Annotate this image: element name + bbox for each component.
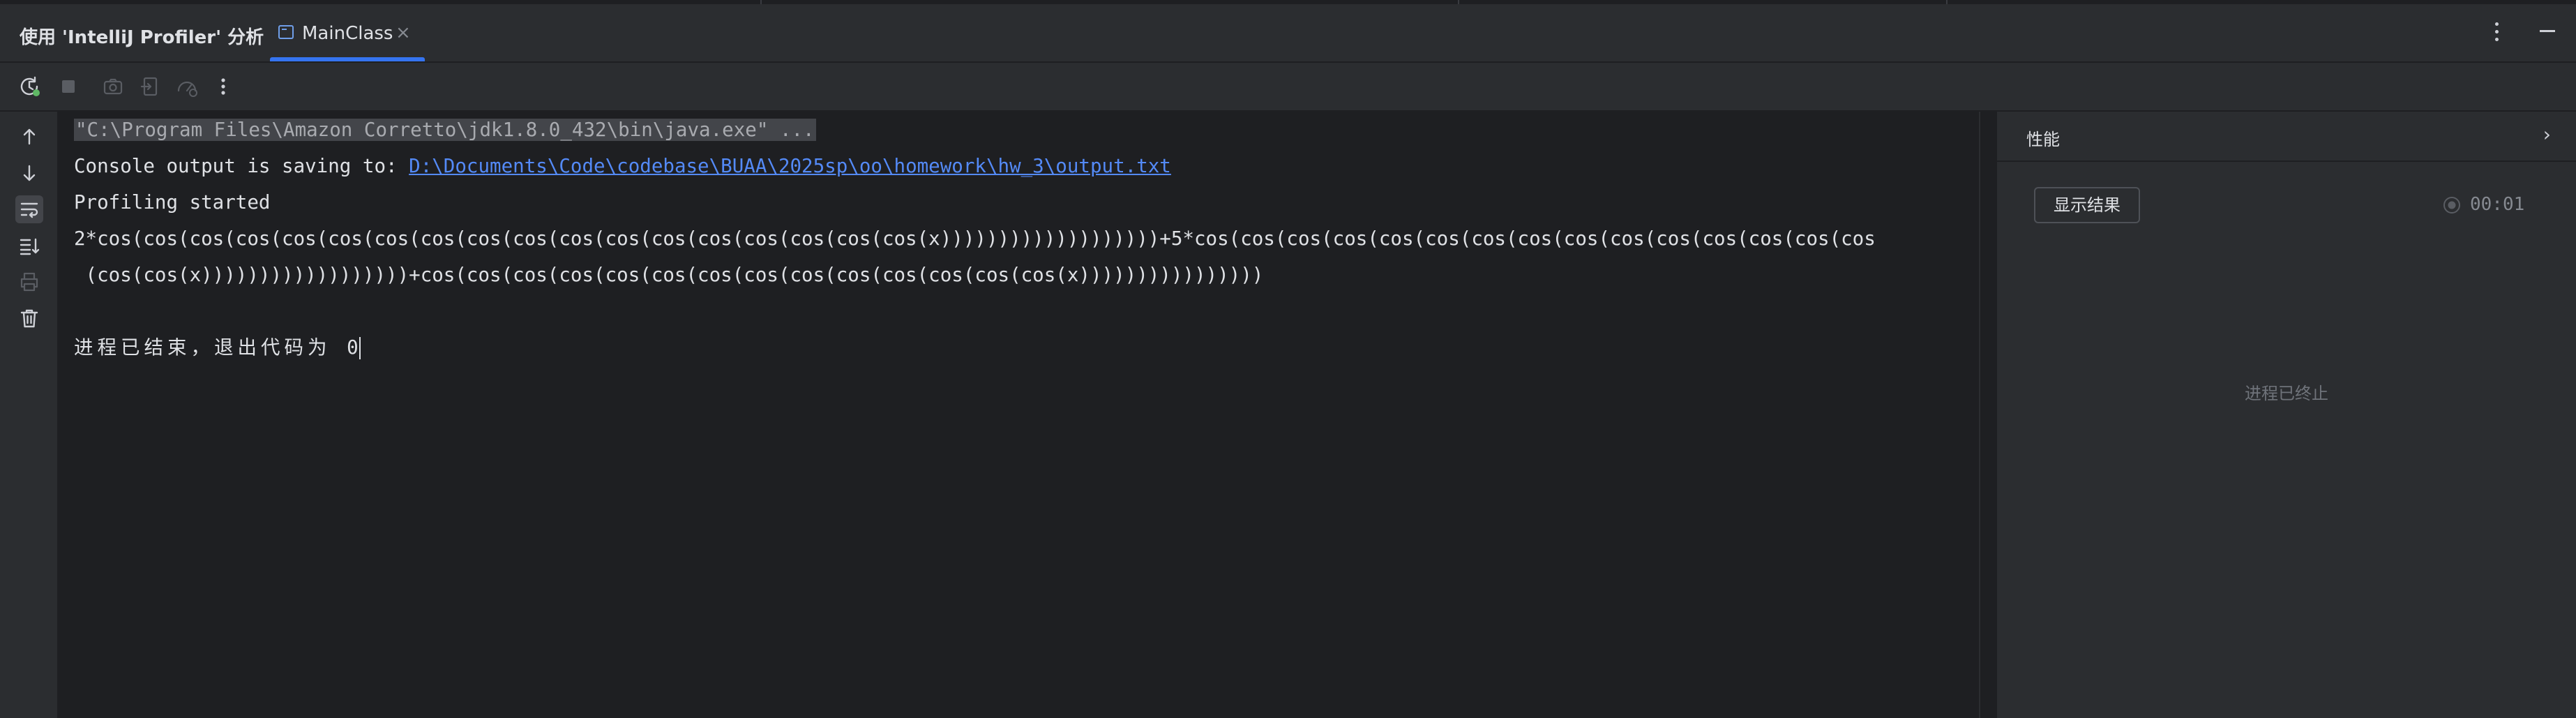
output-file-link[interactable]: D:\Documents\Code\codebase\BUAA\2025sp\o…: [409, 155, 1171, 177]
tab-label: MainClass: [302, 23, 393, 44]
active-tab-indicator: [270, 57, 425, 61]
command-line[interactable]: "C:\Program Files\Amazon Corretto\jdk1.8…: [74, 119, 816, 141]
close-icon[interactable]: ×: [396, 22, 411, 43]
console-gutter: [0, 112, 59, 718]
console-line-profiling: Profiling started: [74, 191, 271, 214]
exit-code: 0: [347, 336, 359, 359]
process-terminated-label: 进程已终止: [2245, 384, 2328, 403]
arrow-down-icon[interactable]: [15, 159, 43, 187]
console-line-command: "C:\Program Files\Amazon Corretto\jdk1.8…: [74, 116, 816, 144]
print-icon[interactable]: [15, 268, 43, 296]
scroll-to-end-icon[interactable]: [15, 232, 43, 260]
chevron-right-icon[interactable]: ›: [2543, 123, 2551, 146]
performance-panel: 性能 › 显示结果 00:01 进程已终止: [1996, 112, 2576, 718]
tool-window-header: 使用 'IntelliJ Profiler' 分析 MainClass ×: [0, 4, 2576, 63]
stop-icon[interactable]: [56, 74, 81, 99]
console-output[interactable]: "C:\Program Files\Amazon Corretto\jdk1.8…: [59, 112, 1996, 718]
text-caret: [359, 337, 361, 359]
console-line-output-wrap: (cos(cos(x))))))))))))))))))+cos(cos(cos…: [74, 264, 1264, 286]
soft-wrap-icon[interactable]: [15, 195, 43, 223]
console-scrollbar[interactable]: [1979, 112, 1996, 718]
record-icon: [2443, 197, 2460, 214]
exit-icon[interactable]: [138, 74, 163, 99]
elapsed-time: 00:01: [2470, 194, 2525, 215]
rerun-profiler-icon[interactable]: [17, 74, 42, 99]
performance-panel-title: 性能: [2026, 130, 2060, 149]
screenshot-icon[interactable]: [100, 74, 126, 99]
performance-panel-header[interactable]: 性能 ›: [1997, 112, 2576, 162]
more-options-icon[interactable]: [211, 74, 236, 99]
performance-gauge-icon[interactable]: [174, 74, 199, 99]
console-line-exit: 进程已结束，退出代码为 0: [74, 334, 361, 361]
console-line-output: 2*cos(cos(cos(cos(cos(cos(cos(cos(cos(co…: [74, 227, 1876, 250]
saving-prefix: Console output is saving to:: [74, 155, 409, 177]
console-window-icon: [278, 25, 294, 39]
console-line-saving: Console output is saving to: D:\Document…: [74, 152, 1171, 180]
more-options-icon[interactable]: [2494, 20, 2499, 45]
tool-window-title: 使用 'IntelliJ Profiler' 分析: [20, 27, 264, 48]
show-results-button[interactable]: 显示结果: [2034, 187, 2140, 223]
minimize-icon[interactable]: [2540, 30, 2555, 32]
profiler-toolbar: [0, 63, 2576, 112]
profiling-timer: 00:01: [2442, 194, 2540, 216]
tab-mainclass[interactable]: MainClass ×: [270, 4, 425, 61]
arrow-up-icon[interactable]: [15, 123, 43, 151]
exit-message: 进程已结束，退出代码为: [74, 336, 347, 359]
trash-icon[interactable]: [15, 304, 43, 332]
